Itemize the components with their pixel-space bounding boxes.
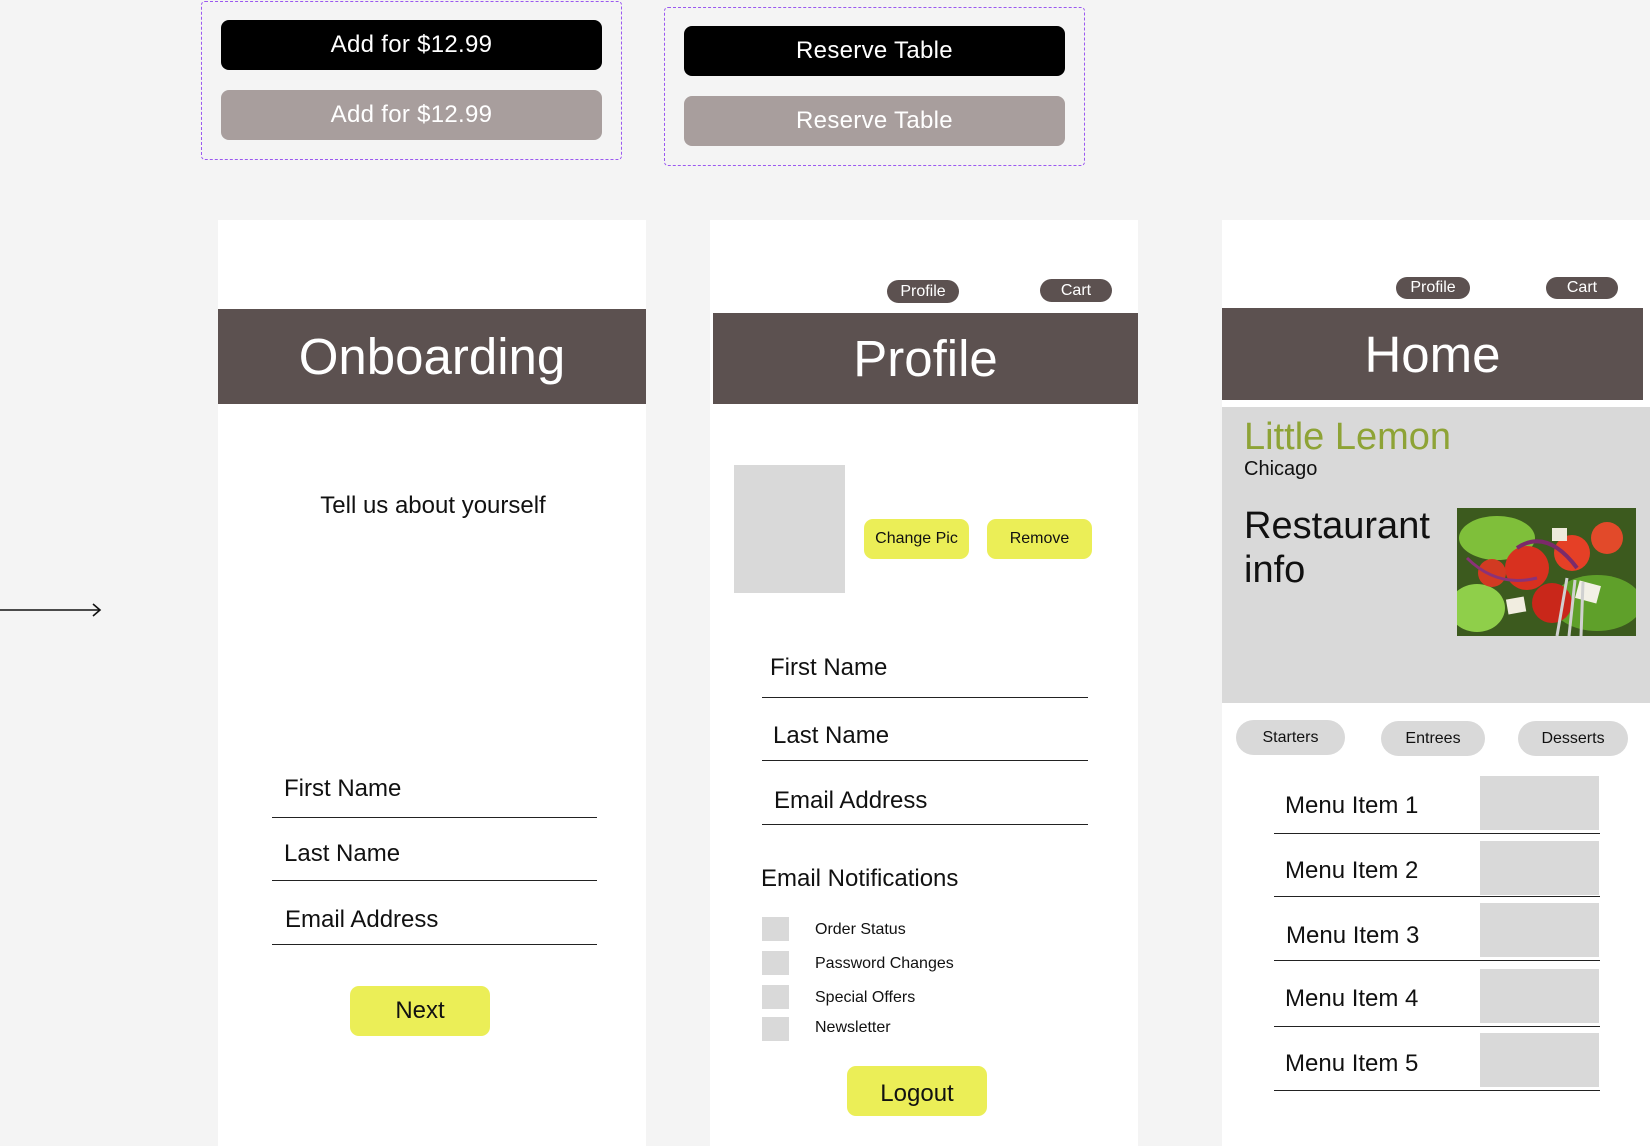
email-notifications-heading: Email Notifications (761, 865, 959, 892)
profile-screen: Profile Cart Profile Change Pic Remove F… (710, 220, 1138, 1146)
restaurant-name: Little Lemon (1244, 416, 1452, 458)
email-field[interactable]: Email Address (774, 787, 927, 815)
onboarding-subtitle: Tell us about yourself (320, 492, 546, 519)
category-desserts[interactable]: Desserts (1518, 721, 1628, 756)
logout-button[interactable]: Logout (847, 1066, 987, 1116)
nav-cart-button[interactable]: Cart (1546, 277, 1618, 299)
email-underline (272, 944, 597, 945)
first-name-field[interactable]: First Name (770, 654, 887, 682)
first-name-underline (762, 697, 1088, 698)
category-starters[interactable]: Starters (1236, 720, 1345, 755)
menu-item-3[interactable]: Menu Item 3 (1286, 922, 1419, 950)
onboarding-screen: Onboarding Tell us about yourself First … (218, 220, 646, 1146)
password-changes-label: Password Changes (815, 955, 954, 972)
menu-item-4-image (1480, 969, 1599, 1023)
page-title: Home (1222, 308, 1643, 400)
menu-item-5[interactable]: Menu Item 5 (1285, 1050, 1418, 1078)
remove-pic-button[interactable]: Remove (987, 519, 1092, 559)
home-screen: Profile Cart Home Little Lemon Chicago R… (1222, 220, 1650, 1146)
hero-banner: Little Lemon Chicago Restaurant info (1222, 407, 1650, 703)
password-changes-checkbox[interactable] (762, 951, 789, 975)
last-name-field[interactable]: Last Name (284, 840, 400, 868)
avatar (734, 465, 845, 593)
nav-profile-button[interactable]: Profile (1396, 277, 1470, 299)
change-pic-button[interactable]: Change Pic (864, 519, 969, 559)
menu-item-5-image (1480, 1033, 1599, 1087)
nav-cart-button[interactable]: Cart (1040, 279, 1112, 302)
menu-divider (1274, 960, 1600, 961)
first-name-field[interactable]: First Name (284, 775, 401, 803)
order-status-checkbox[interactable] (762, 917, 789, 941)
last-name-underline (762, 760, 1088, 761)
newsletter-label: Newsletter (815, 1019, 891, 1036)
page-title: Onboarding (218, 309, 646, 404)
flow-arrow-icon (0, 603, 102, 617)
category-entrees[interactable]: Entrees (1381, 721, 1485, 756)
menu-divider (1274, 896, 1600, 897)
restaurant-city: Chicago (1244, 458, 1318, 480)
email-underline (762, 824, 1088, 825)
menu-item-3-image (1480, 903, 1599, 957)
last-name-underline (272, 880, 597, 881)
menu-divider (1274, 1026, 1600, 1027)
order-status-label: Order Status (815, 921, 906, 938)
page-title: Profile (713, 313, 1138, 404)
newsletter-checkbox[interactable] (762, 1017, 789, 1041)
reserve-table-button-disabled: Reserve Table (684, 96, 1065, 146)
last-name-field[interactable]: Last Name (773, 722, 889, 750)
nav-profile-button[interactable]: Profile (887, 280, 959, 303)
special-offers-checkbox[interactable] (762, 985, 789, 1009)
menu-divider (1274, 833, 1600, 834)
first-name-underline (272, 817, 597, 818)
menu-item-2-image (1480, 841, 1599, 895)
next-button[interactable]: Next (350, 986, 490, 1036)
menu-item-2[interactable]: Menu Item 2 (1285, 857, 1418, 885)
menu-divider (1274, 1090, 1600, 1091)
reserve-table-button[interactable]: Reserve Table (684, 26, 1065, 76)
special-offers-label: Special Offers (815, 989, 916, 1006)
menu-item-1-image (1480, 776, 1599, 830)
menu-item-1[interactable]: Menu Item 1 (1285, 792, 1418, 820)
food-image (1457, 508, 1636, 636)
add-to-cart-button[interactable]: Add for $12.99 (221, 20, 602, 70)
add-to-cart-button-disabled: Add for $12.99 (221, 90, 602, 140)
email-field[interactable]: Email Address (285, 906, 438, 934)
menu-item-4[interactable]: Menu Item 4 (1285, 985, 1418, 1013)
restaurant-info: Restaurant info (1244, 505, 1430, 591)
